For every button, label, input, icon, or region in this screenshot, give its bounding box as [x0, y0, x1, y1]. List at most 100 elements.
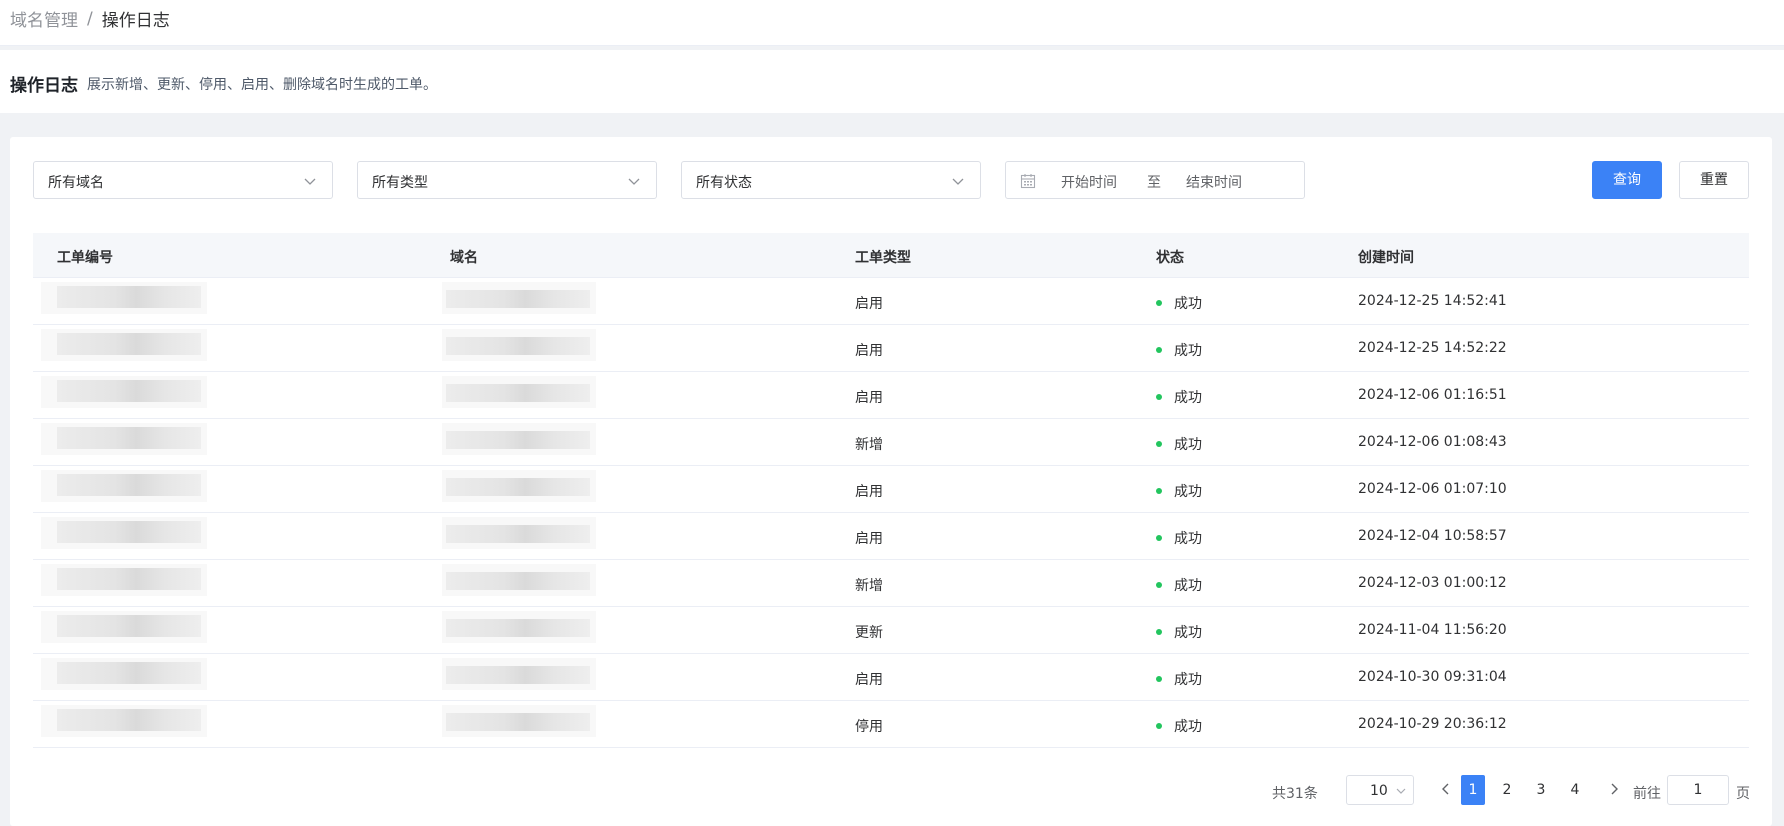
- status-text: 成功: [1174, 578, 1202, 594]
- redacted-domain: [446, 431, 590, 449]
- date-start-input[interactable]: 开始时间: [1061, 172, 1117, 192]
- ticket-type-cell: 新增: [855, 437, 883, 453]
- table-row: 新增 成功 2024-12-06 01:08:43: [33, 419, 1749, 466]
- date-range-picker[interactable]: 开始时间 至 结束时间: [1005, 161, 1305, 199]
- redacted-ticket-id: [57, 662, 201, 684]
- reset-button[interactable]: 重置: [1679, 161, 1749, 199]
- calendar-icon: [1020, 174, 1036, 189]
- breadcrumb-separator: /: [87, 8, 93, 29]
- redacted-domain: [446, 290, 590, 308]
- status-dot: [1156, 582, 1162, 588]
- redacted-domain: [446, 525, 590, 543]
- pagination-total: 共31条: [1272, 786, 1318, 802]
- status-cell: 成功: [1156, 622, 1202, 642]
- page-size-value: 10: [1370, 783, 1388, 799]
- redacted-ticket-id: [57, 709, 201, 731]
- page-description: 展示新增、更新、停用、启用、删除域名时生成的工单。: [87, 77, 437, 93]
- redacted-ticket-id: [57, 333, 201, 355]
- chevron-down-icon: [628, 178, 640, 185]
- page-size-select[interactable]: 10: [1346, 775, 1414, 805]
- created-time-cell: 2024-12-06 01:07:10: [1358, 481, 1507, 497]
- breadcrumb-item-current: 操作日志: [101, 11, 170, 31]
- status-cell: 成功: [1156, 528, 1202, 548]
- status-text: 成功: [1174, 625, 1202, 641]
- table-row: 启用 成功 2024-10-30 09:31:04: [33, 654, 1749, 701]
- ticket-type-cell: 启用: [855, 343, 883, 359]
- created-time-cell: 2024-12-06 01:08:43: [1358, 434, 1507, 450]
- status-dot: [1156, 441, 1162, 447]
- table-header: 工单编号 域名 工单类型 状态 创建时间: [33, 233, 1749, 278]
- redacted-ticket-id: [57, 568, 201, 590]
- redacted-ticket-id: [57, 380, 201, 402]
- breadcrumb-item-domain-management[interactable]: 域名管理: [10, 6, 78, 31]
- domain-select-value: 所有域名: [48, 175, 104, 191]
- redacted-domain: [446, 619, 590, 637]
- ticket-type-cell: 启用: [855, 484, 883, 500]
- column-header-created-time: 创建时间: [1358, 250, 1414, 266]
- redacted-ticket-id: [57, 521, 201, 543]
- created-time-cell: 2024-12-06 01:16:51: [1358, 387, 1507, 403]
- status-text: 成功: [1174, 672, 1202, 688]
- status-cell: 成功: [1156, 481, 1202, 501]
- table-body: 启用 成功 2024-12-25 14:52:41 启用 成功 2024-12-25 14…: [33, 278, 1749, 748]
- page-number-4[interactable]: 4: [1563, 775, 1587, 805]
- chevron-right-icon[interactable]: [1608, 782, 1620, 796]
- ticket-type-cell: 启用: [855, 672, 883, 688]
- chevron-down-icon: [304, 178, 316, 185]
- domain-select[interactable]: 所有域名: [33, 161, 333, 199]
- status-dot: [1156, 394, 1162, 400]
- status-dot: [1156, 300, 1162, 306]
- created-time-cell: 2024-11-04 11:56:20: [1358, 622, 1507, 638]
- status-text: 成功: [1174, 484, 1202, 500]
- table-row: 启用 成功 2024-12-04 10:58:57: [33, 513, 1749, 560]
- ticket-type-cell: 启用: [855, 531, 883, 547]
- status-select[interactable]: 所有状态: [681, 161, 981, 199]
- column-header-ticket-type: 工单类型: [855, 250, 911, 266]
- status-cell: 成功: [1156, 340, 1202, 360]
- page-number-1[interactable]: 1: [1461, 775, 1485, 805]
- ticket-type-cell: 停用: [855, 719, 883, 735]
- created-time-cell: 2024-10-30 09:31:04: [1358, 669, 1507, 685]
- table-row: 启用 成功 2024-12-25 14:52:41: [33, 278, 1749, 325]
- page-number-3[interactable]: 3: [1529, 775, 1553, 805]
- status-cell: 成功: [1156, 575, 1202, 595]
- date-end-input[interactable]: 结束时间: [1186, 172, 1242, 192]
- status-text: 成功: [1174, 343, 1202, 359]
- created-time-cell: 2024-12-25 14:52:22: [1358, 340, 1507, 356]
- status-dot: [1156, 629, 1162, 635]
- status-text: 成功: [1174, 719, 1202, 735]
- table-row: 新增 成功 2024-12-03 01:00:12: [33, 560, 1749, 607]
- redacted-ticket-id: [57, 427, 201, 449]
- status-dot: [1156, 347, 1162, 353]
- type-select[interactable]: 所有类型: [357, 161, 657, 199]
- created-time-cell: 2024-12-04 10:58:57: [1358, 528, 1507, 544]
- status-text: 成功: [1174, 437, 1202, 453]
- redacted-domain: [446, 384, 590, 402]
- status-cell: 成功: [1156, 716, 1202, 736]
- pagination: 共31条 10 1 2 3 4 前往 1 页: [10, 775, 1772, 805]
- status-cell: 成功: [1156, 434, 1202, 454]
- ticket-type-cell: 启用: [855, 296, 883, 312]
- goto-label: 前往: [1633, 786, 1661, 802]
- chevron-left-icon[interactable]: [1440, 782, 1452, 796]
- page-title: 操作日志: [10, 76, 78, 96]
- query-button[interactable]: 查询: [1592, 161, 1662, 199]
- type-select-value: 所有类型: [372, 175, 428, 191]
- status-select-value: 所有状态: [696, 175, 752, 191]
- table-row: 启用 成功 2024-12-06 01:07:10: [33, 466, 1749, 513]
- status-text: 成功: [1174, 531, 1202, 547]
- goto-page-input[interactable]: 1: [1667, 775, 1729, 805]
- breadcrumb: 域名管理 / 操作日志: [10, 6, 170, 32]
- status-cell: 成功: [1156, 293, 1202, 313]
- redacted-ticket-id: [57, 474, 201, 496]
- ticket-type-cell: 新增: [855, 578, 883, 594]
- redacted-domain: [446, 572, 590, 590]
- breadcrumb-bar: 域名管理 / 操作日志: [0, 0, 1784, 46]
- redacted-ticket-id: [57, 615, 201, 637]
- goto-unit: 页: [1736, 786, 1750, 802]
- redacted-domain: [446, 478, 590, 496]
- created-time-cell: 2024-12-03 01:00:12: [1358, 575, 1507, 591]
- page-number-2[interactable]: 2: [1495, 775, 1519, 805]
- created-time-cell: 2024-12-25 14:52:41: [1358, 293, 1507, 309]
- status-dot: [1156, 723, 1162, 729]
